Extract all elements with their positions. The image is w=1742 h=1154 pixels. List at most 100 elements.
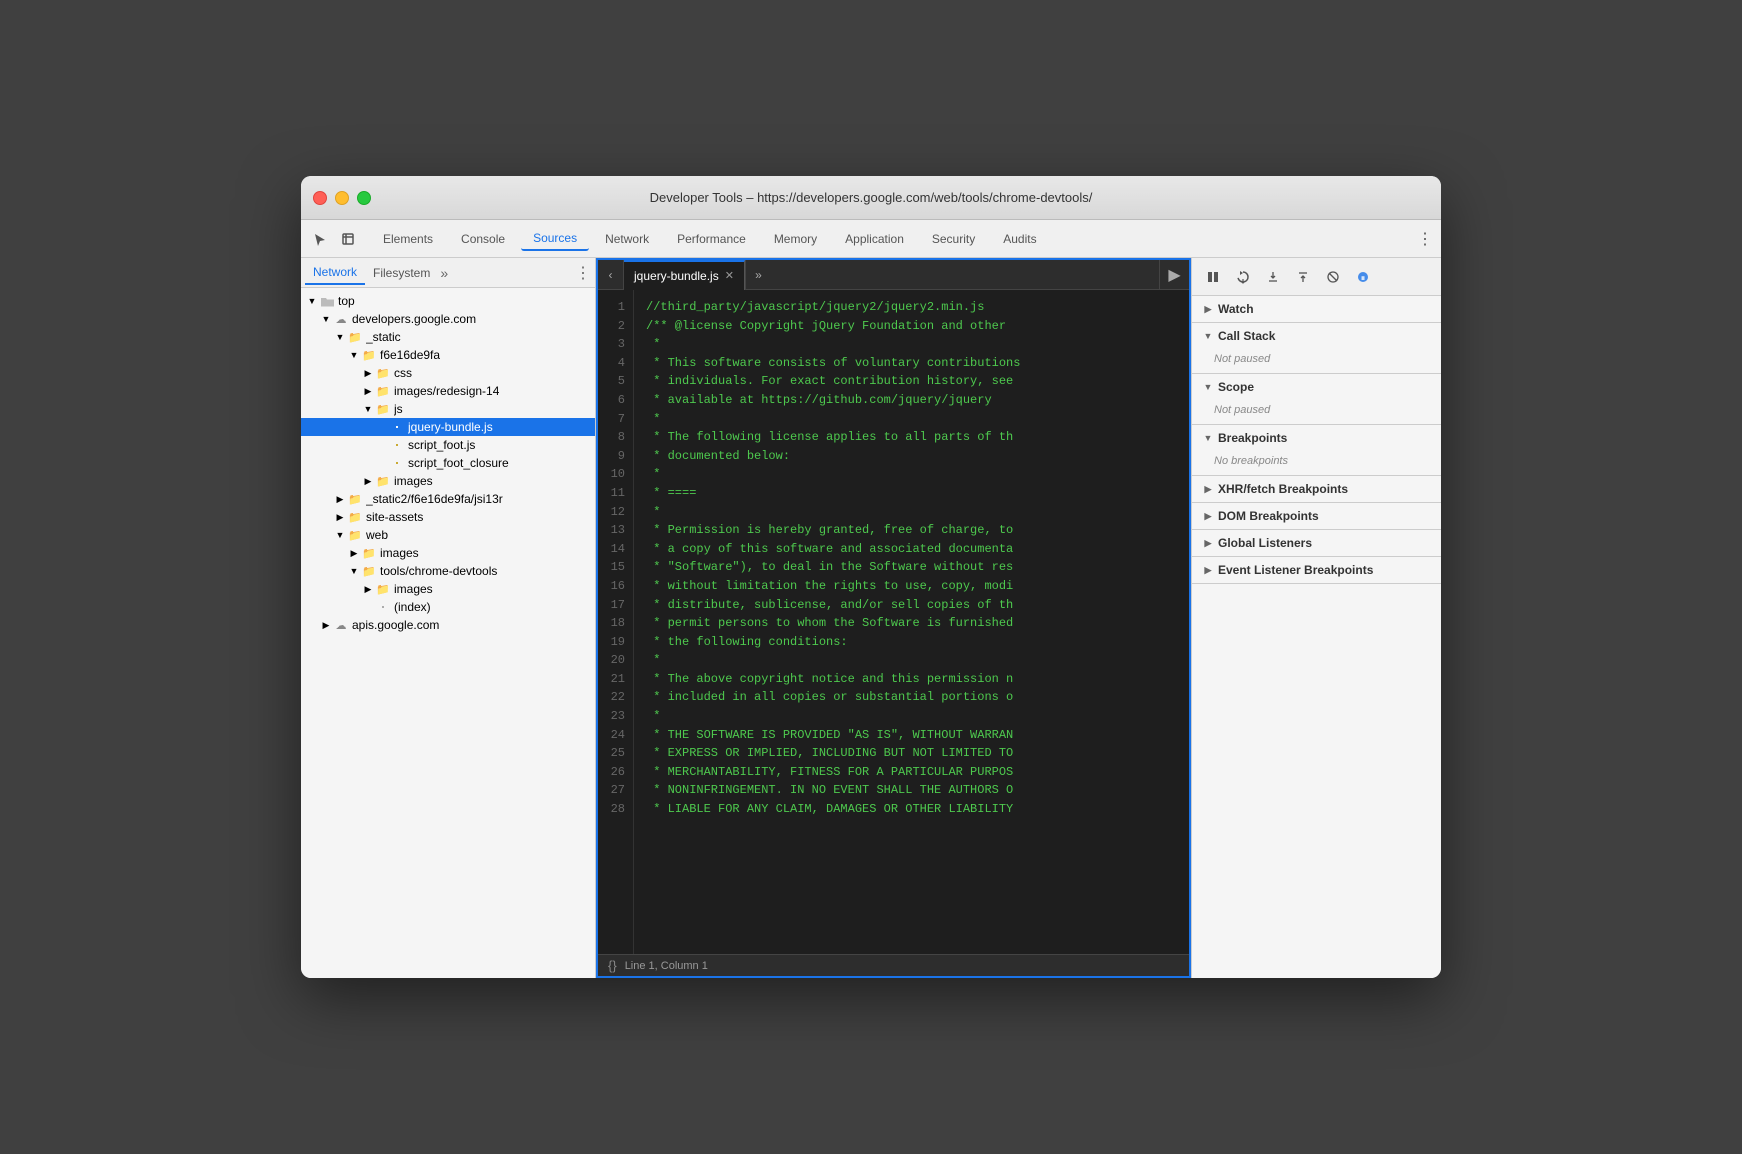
global-header[interactable]: ▶ Global Listeners xyxy=(1192,530,1441,556)
tree-arrow: ▶ xyxy=(319,618,333,632)
scope-label: Scope xyxy=(1218,380,1254,394)
breakpoints-header[interactable]: ▼ Breakpoints xyxy=(1192,425,1441,451)
tree-item-tools-images[interactable]: ▶ 📁 images xyxy=(301,580,595,598)
tree-item-tools[interactable]: ▼ 📁 tools/chrome-devtools xyxy=(301,562,595,580)
tree-arrow: ▶ xyxy=(333,510,347,524)
tab-filesystem-panel[interactable]: Filesystem xyxy=(365,262,438,284)
window-title: Developer Tools – https://developers.goo… xyxy=(650,190,1093,205)
panel-tab-more-icon[interactable]: » xyxy=(440,265,448,281)
code-line: * a copy of this software and associated… xyxy=(646,540,1177,559)
event-header[interactable]: ▶ Event Listener Breakpoints xyxy=(1192,557,1441,583)
watch-arrow: ▶ xyxy=(1202,303,1214,315)
maximize-button[interactable] xyxy=(357,191,371,205)
callstack-header[interactable]: ▼ Call Stack xyxy=(1192,323,1441,349)
tree-item-web[interactable]: ▼ 📁 web xyxy=(301,526,595,544)
cursor-position: Line 1, Column 1 xyxy=(625,960,708,972)
tab-security[interactable]: Security xyxy=(920,228,987,250)
tree-arrow: ▼ xyxy=(361,402,375,416)
code-line: * LIABLE FOR ANY CLAIM, DAMAGES OR OTHER… xyxy=(646,800,1177,819)
tree-item-script-foot[interactable]: ▶ ⬝ script_foot.js xyxy=(301,436,595,454)
tree-arrow: ▼ xyxy=(347,348,361,362)
tab-network-panel[interactable]: Network xyxy=(305,261,365,285)
file-tree: ▼ top ▼ ☁ developers.google.com ▼ 📁 _sta xyxy=(301,288,595,978)
tree-item-js[interactable]: ▼ 📁 js xyxy=(301,400,595,418)
tree-arrow: ▶ xyxy=(361,582,375,596)
line-number: 12 xyxy=(606,503,625,522)
debug-section-global: ▶ Global Listeners xyxy=(1192,530,1441,557)
code-line: * xyxy=(646,503,1177,522)
breakpoints-content: No breakpoints xyxy=(1192,451,1441,475)
tree-item-developers[interactable]: ▼ ☁ developers.google.com xyxy=(301,310,595,328)
close-button[interactable] xyxy=(313,191,327,205)
braces-icon: {} xyxy=(608,958,617,973)
tree-item-css[interactable]: ▶ 📁 css xyxy=(301,364,595,382)
pause-resume-button[interactable] xyxy=(1200,264,1226,290)
watch-label: Watch xyxy=(1218,302,1254,316)
line-number: 24 xyxy=(606,726,625,745)
tree-item-apis[interactable]: ▶ ☁ apis.google.com xyxy=(301,616,595,634)
tab-elements[interactable]: Elements xyxy=(371,228,445,250)
tree-item-script-foot-closure[interactable]: ▶ ⬝ script_foot_closure xyxy=(301,454,595,472)
tree-label-tools: tools/chrome-devtools xyxy=(380,564,497,578)
tab-close-icon[interactable]: ✕ xyxy=(725,269,734,282)
pause-on-exception-button[interactable]: ⏸ xyxy=(1350,264,1376,290)
cursor-icon[interactable] xyxy=(309,228,331,250)
xhr-header[interactable]: ▶ XHR/fetch Breakpoints xyxy=(1192,476,1441,502)
tree-arrow: ▼ xyxy=(305,294,319,308)
scope-arrow: ▼ xyxy=(1202,381,1214,393)
scope-content: Not paused xyxy=(1192,400,1441,424)
file-panel: Network Filesystem » ⋮ ▼ top ▼ ☁ xyxy=(301,258,596,978)
folder-icon: 📁 xyxy=(347,528,363,542)
editor-tab-jquery[interactable]: jquery-bundle.js ✕ xyxy=(624,260,745,290)
panel-options-icon[interactable]: ⋮ xyxy=(575,263,591,283)
tree-item-images-redesign[interactable]: ▶ 📁 images/redesign-14 xyxy=(301,382,595,400)
tab-prev-button[interactable]: ‹ xyxy=(598,260,624,290)
step-into-button[interactable] xyxy=(1260,264,1286,290)
step-out-button[interactable] xyxy=(1290,264,1316,290)
scope-header[interactable]: ▼ Scope xyxy=(1192,374,1441,400)
tab-sources[interactable]: Sources xyxy=(521,227,589,251)
tab-console[interactable]: Console xyxy=(449,228,517,250)
deactivate-button[interactable] xyxy=(1320,264,1346,290)
tree-item-hash[interactable]: ▼ 📁 f6e16de9fa xyxy=(301,346,595,364)
cloud-icon: ☁ xyxy=(333,312,349,326)
tree-item-static[interactable]: ▼ 📁 _static xyxy=(301,328,595,346)
code-line: /** @license Copyright jQuery Foundation… xyxy=(646,317,1177,336)
code-line: * without limitation the rights to use, … xyxy=(646,577,1177,596)
line-number: 15 xyxy=(606,558,625,577)
watch-header[interactable]: ▶ Watch xyxy=(1192,296,1441,322)
line-number: 26 xyxy=(606,763,625,782)
folder-icon: 📁 xyxy=(375,402,391,416)
tab-application[interactable]: Application xyxy=(833,228,916,250)
tree-item-index[interactable]: ▶ ⬝ (index) xyxy=(301,598,595,616)
tree-item-site-assets[interactable]: ▶ 📁 site-assets xyxy=(301,508,595,526)
toolbar-more-icon[interactable]: ⋮ xyxy=(1417,229,1433,249)
line-number: 13 xyxy=(606,521,625,540)
tab-performance[interactable]: Performance xyxy=(665,228,758,250)
tab-audits[interactable]: Audits xyxy=(991,228,1048,250)
tree-item-top[interactable]: ▼ top xyxy=(301,292,595,310)
tree-item-images[interactable]: ▶ 📁 images xyxy=(301,472,595,490)
panel-tabs: Network Filesystem » ⋮ xyxy=(301,258,595,288)
code-area[interactable]: 1234567891011121314151617181920212223242… xyxy=(598,290,1189,954)
tree-item-web-images[interactable]: ▶ 📁 images xyxy=(301,544,595,562)
minimize-button[interactable] xyxy=(335,191,349,205)
callstack-label: Call Stack xyxy=(1218,329,1275,343)
event-arrow: ▶ xyxy=(1202,564,1214,576)
inspect-icon[interactable] xyxy=(337,228,359,250)
play-button[interactable]: ▶ xyxy=(1159,260,1189,290)
tree-arrow: ▶ xyxy=(347,546,361,560)
code-line: * xyxy=(646,707,1177,726)
debug-section-callstack: ▼ Call Stack Not paused xyxy=(1192,323,1441,374)
folder-icon xyxy=(319,294,335,308)
tab-more-icon[interactable]: » xyxy=(745,260,771,290)
folder-icon: 📁 xyxy=(361,564,377,578)
dom-header[interactable]: ▶ DOM Breakpoints xyxy=(1192,503,1441,529)
tree-item-jquery-bundle[interactable]: ▶ ⬝ jquery-bundle.js xyxy=(301,418,595,436)
step-over-button[interactable] xyxy=(1230,264,1256,290)
tab-memory[interactable]: Memory xyxy=(762,228,829,250)
code-line: * available at https://github.com/jquery… xyxy=(646,391,1177,410)
tree-item-static2[interactable]: ▶ 📁 _static2/f6e16de9fa/jsi13r xyxy=(301,490,595,508)
tab-network[interactable]: Network xyxy=(593,228,661,250)
folder-icon: 📁 xyxy=(375,474,391,488)
